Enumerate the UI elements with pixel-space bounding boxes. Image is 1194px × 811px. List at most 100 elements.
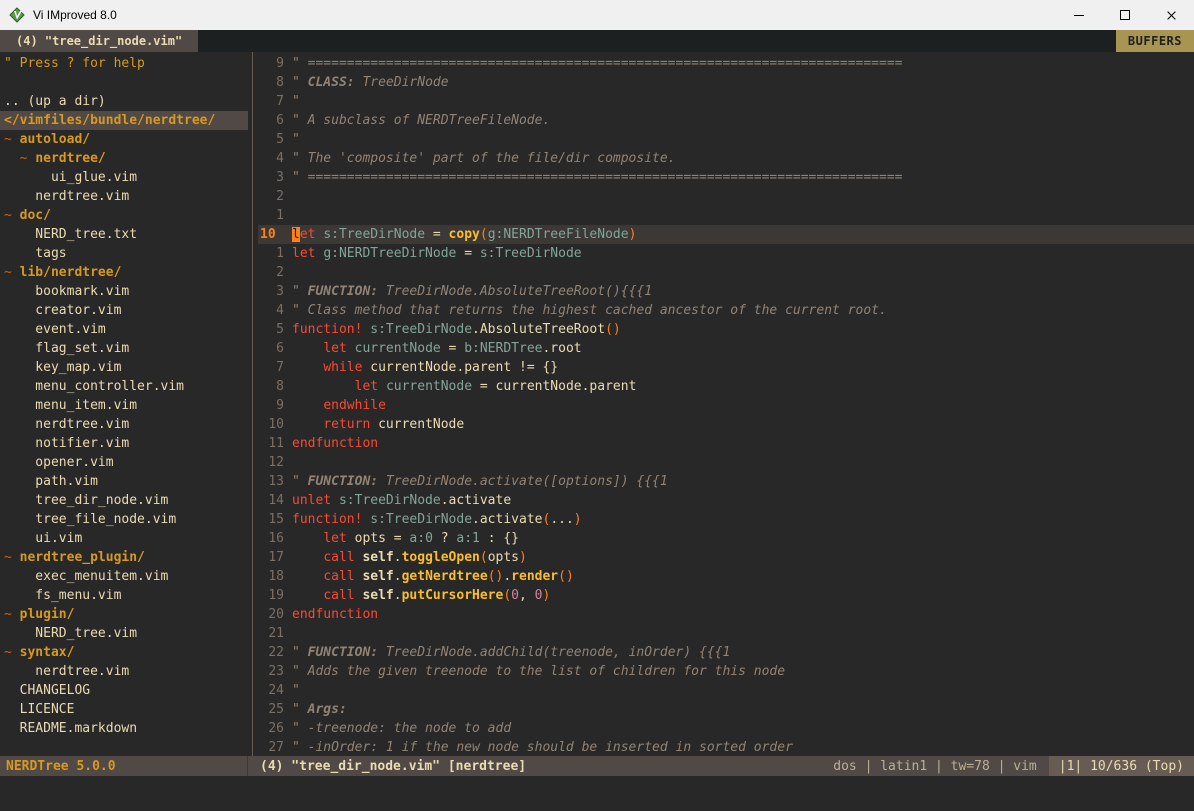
editor-line[interactable]: 19 call self.putCursorHere(0, 0) [258,586,1194,605]
titlebar[interactable]: Vi IMproved 8.0 [0,0,1194,30]
editor-line[interactable]: 25" Args: [258,700,1194,719]
editor-line[interactable]: 12 [258,453,1194,472]
tree-item[interactable]: notifier.vim [0,434,248,453]
tree-item[interactable]: event.vim [0,320,248,339]
editor-buffer[interactable]: 9" =====================================… [258,52,1194,756]
code-token: fs_menu.vim [4,588,121,603]
editor-line[interactable]: 20endfunction [258,605,1194,624]
code-token: currentNode [386,379,472,394]
code-token: a:0 [409,531,432,546]
code-token: putCursorHere [402,588,504,603]
tree-item[interactable]: fs_menu.vim [0,586,248,605]
code-token: exec_menuitem.vim [4,569,168,584]
tree-help[interactable]: " Press ? for help [0,54,248,73]
minimize-button[interactable] [1056,0,1102,30]
code-token: . [394,569,402,584]
editor-line[interactable]: 9" =====================================… [258,54,1194,73]
code-token: call [323,550,354,565]
tree-item[interactable]: ~ nerdtree/ [0,149,248,168]
editor-line[interactable]: 2 [258,263,1194,282]
tree-item[interactable]: NERD_tree.txt [0,225,248,244]
editor-line[interactable]: 2 [258,187,1194,206]
code-token: () [558,569,574,584]
editor-line[interactable]: 26" -treenode: the node to add [258,719,1194,738]
editor-line[interactable]: 18 call self.getNerdtree().render() [258,567,1194,586]
tree-item[interactable]: ui.vim [0,529,248,548]
tree-item[interactable]: nerdtree.vim [0,415,248,434]
tree-item[interactable]: tree_dir_node.vim [0,491,248,510]
tree-item[interactable]: ~ plugin/ [0,605,248,624]
editor-line[interactable]: 8" CLASS: TreeDirNode [258,73,1194,92]
tree-item[interactable]: opener.vim [0,453,248,472]
tree-item[interactable]: README.markdown [0,719,248,738]
tree-item[interactable]: menu_item.vim [0,396,248,415]
code-token: menu_controller.vim [4,379,184,394]
tree-item[interactable]: ui_glue.vim [0,168,248,187]
code-token: " [292,702,308,717]
editor-line[interactable]: 24" [258,681,1194,700]
buffers-tab[interactable]: BUFFERS [1116,30,1194,52]
tree-item[interactable]: path.vim [0,472,248,491]
tree-up-dir[interactable]: .. (up a dir) [0,92,248,111]
tree-item[interactable]: nerdtree.vim [0,662,248,681]
editor-line[interactable]: 15function! s:TreeDirNode.activate(...) [258,510,1194,529]
editor-line[interactable]: 17 call self.toggleOpen(opts) [258,548,1194,567]
editor-line[interactable]: 22" FUNCTION: TreeDirNode.addChild(treen… [258,643,1194,662]
editor-line[interactable]: 4" Class method that returns the highest… [258,301,1194,320]
tree-item[interactable]: menu_controller.vim [0,377,248,396]
code-token: function! [292,512,362,527]
editor-line[interactable]: 7 while currentNode.parent != {} [258,358,1194,377]
editor-line[interactable]: 3" =====================================… [258,168,1194,187]
tree-item[interactable]: exec_menuitem.vim [0,567,248,586]
tree-item[interactable]: ~ lib/nerdtree/ [0,263,248,282]
editor-line[interactable]: 10 return currentNode [258,415,1194,434]
editor-line[interactable]: 8 let currentNode = currentNode.parent [258,377,1194,396]
editor-line[interactable]: 6 let currentNode = b:NERDTree.root [258,339,1194,358]
editor-line[interactable]: 5" [258,130,1194,149]
tree-item[interactable]: bookmark.vim [0,282,248,301]
editor-line[interactable]: 13" FUNCTION: TreeDirNode.activate([opti… [258,472,1194,491]
editor-cursor-line[interactable]: 10let s:TreeDirNode = copy(g:NERDTreeFil… [258,225,1194,244]
tree-root[interactable]: </vimfiles/bundle/nerdtree/ [0,111,248,130]
vim-logo-icon[interactable] [9,7,25,23]
editor-line[interactable]: 23" Adds the given treenode to the list … [258,662,1194,681]
close-icon [1166,10,1177,21]
editor-line[interactable]: 16 let opts = a:0 ? a:1 : {} [258,529,1194,548]
line-number: 26 [258,719,284,738]
tab-tree-dir-node[interactable]: (4) "tree_dir_node.vim" [0,30,198,52]
code-token: 0 [511,588,519,603]
vertical-split-separator[interactable] [248,52,258,756]
editor-line[interactable]: 5function! s:TreeDirNode.AbsoluteTreeRoo… [258,320,1194,339]
line-number: 6 [258,111,284,130]
code-token: opts = [347,531,410,546]
editor-line[interactable]: 21 [258,624,1194,643]
tree-item[interactable]: NERD_tree.vim [0,624,248,643]
editor-line[interactable]: 27" -inOrder: 1 if the new node should b… [258,738,1194,756]
editor-line[interactable]: 7" [258,92,1194,111]
code-token: ( [480,227,488,242]
tree-item[interactable]: tags [0,244,248,263]
editor-line[interactable]: 14unlet s:TreeDirNode.activate [258,491,1194,510]
tree-item[interactable]: ~ doc/ [0,206,248,225]
editor-line[interactable]: 4" The 'composite' part of the file/dir … [258,149,1194,168]
editor-line[interactable]: 1 [258,206,1194,225]
editor-line[interactable]: 6" A subclass of NERDTreeFileNode. [258,111,1194,130]
tree-item[interactable]: CHANGELOG [0,681,248,700]
editor-line[interactable]: 11endfunction [258,434,1194,453]
nerdtree-panel[interactable]: " Press ? for help .. (up a dir)</vimfile… [0,52,248,756]
tree-item[interactable]: key_map.vim [0,358,248,377]
tree-item[interactable]: ~ autoload/ [0,130,248,149]
code-token: " -inOrder: 1 if the new node should be … [292,740,793,755]
editor-line[interactable]: 9 endwhile [258,396,1194,415]
tree-item[interactable]: flag_set.vim [0,339,248,358]
tree-item[interactable]: tree_file_node.vim [0,510,248,529]
editor-line[interactable]: 1let g:NERDTreeDirNode = s:TreeDirNode [258,244,1194,263]
tree-item[interactable]: creator.vim [0,301,248,320]
maximize-button[interactable] [1102,0,1148,30]
tree-item[interactable]: ~ syntax/ [0,643,248,662]
tree-item[interactable]: LICENCE [0,700,248,719]
tree-item[interactable]: nerdtree.vim [0,187,248,206]
tree-item[interactable]: ~ nerdtree_plugin/ [0,548,248,567]
editor-line[interactable]: 3" FUNCTION: TreeDirNode.AbsoluteTreeRoo… [258,282,1194,301]
close-button[interactable] [1148,0,1194,30]
